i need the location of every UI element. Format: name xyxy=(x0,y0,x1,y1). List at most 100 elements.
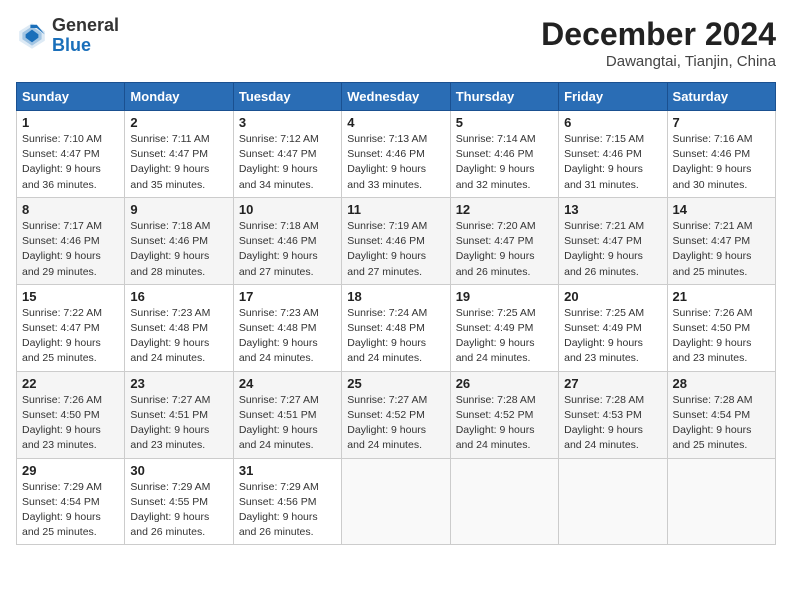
sunrise-label: Sunrise: 7:26 AM xyxy=(673,307,753,319)
day-number: 4 xyxy=(347,115,444,130)
sunset-label: Sunset: 4:49 PM xyxy=(456,322,534,334)
daylight-label: Daylight: 9 hours and 28 minutes. xyxy=(130,250,209,277)
sunset-label: Sunset: 4:49 PM xyxy=(564,322,642,334)
sunset-label: Sunset: 4:47 PM xyxy=(564,235,642,247)
sunset-label: Sunset: 4:48 PM xyxy=(239,322,317,334)
sunset-label: Sunset: 4:51 PM xyxy=(130,409,208,421)
daylight-label: Daylight: 9 hours and 24 minutes. xyxy=(456,337,535,364)
calendar-cell: 11 Sunrise: 7:19 AM Sunset: 4:46 PM Dayl… xyxy=(342,197,450,284)
daylight-label: Daylight: 9 hours and 25 minutes. xyxy=(673,250,752,277)
sunset-label: Sunset: 4:47 PM xyxy=(22,148,100,160)
calendar-cell: 21 Sunrise: 7:26 AM Sunset: 4:50 PM Dayl… xyxy=(667,284,775,371)
day-number: 26 xyxy=(456,376,553,391)
day-info: Sunrise: 7:23 AM Sunset: 4:48 PM Dayligh… xyxy=(130,306,227,367)
daylight-label: Daylight: 9 hours and 24 minutes. xyxy=(130,337,209,364)
daylight-label: Daylight: 9 hours and 33 minutes. xyxy=(347,163,426,190)
sunrise-label: Sunrise: 7:12 AM xyxy=(239,133,319,145)
logo-blue: Blue xyxy=(52,35,91,55)
daylight-label: Daylight: 9 hours and 27 minutes. xyxy=(239,250,318,277)
sunrise-label: Sunrise: 7:27 AM xyxy=(239,394,319,406)
day-info: Sunrise: 7:25 AM Sunset: 4:49 PM Dayligh… xyxy=(456,306,553,367)
sunset-label: Sunset: 4:48 PM xyxy=(130,322,208,334)
daylight-label: Daylight: 9 hours and 32 minutes. xyxy=(456,163,535,190)
day-info: Sunrise: 7:29 AM Sunset: 4:55 PM Dayligh… xyxy=(130,480,227,541)
sunset-label: Sunset: 4:47 PM xyxy=(239,148,317,160)
day-number: 3 xyxy=(239,115,336,130)
logo: General Blue xyxy=(16,16,119,56)
day-number: 15 xyxy=(22,289,119,304)
day-number: 12 xyxy=(456,202,553,217)
day-info: Sunrise: 7:20 AM Sunset: 4:47 PM Dayligh… xyxy=(456,219,553,280)
header-monday: Monday xyxy=(125,83,233,111)
sunrise-label: Sunrise: 7:21 AM xyxy=(564,220,644,232)
day-info: Sunrise: 7:28 AM Sunset: 4:52 PM Dayligh… xyxy=(456,393,553,454)
calendar-cell: 2 Sunrise: 7:11 AM Sunset: 4:47 PM Dayli… xyxy=(125,111,233,198)
header-tuesday: Tuesday xyxy=(233,83,341,111)
day-number: 13 xyxy=(564,202,661,217)
header-row: Sunday Monday Tuesday Wednesday Thursday… xyxy=(17,83,776,111)
day-number: 27 xyxy=(564,376,661,391)
day-info: Sunrise: 7:10 AM Sunset: 4:47 PM Dayligh… xyxy=(22,132,119,193)
sunset-label: Sunset: 4:50 PM xyxy=(673,322,751,334)
day-number: 31 xyxy=(239,463,336,478)
calendar-cell: 31 Sunrise: 7:29 AM Sunset: 4:56 PM Dayl… xyxy=(233,458,341,545)
month-title: December 2024 xyxy=(541,16,776,53)
sunset-label: Sunset: 4:47 PM xyxy=(22,322,100,334)
day-info: Sunrise: 7:21 AM Sunset: 4:47 PM Dayligh… xyxy=(673,219,770,280)
calendar-cell: 20 Sunrise: 7:25 AM Sunset: 4:49 PM Dayl… xyxy=(559,284,667,371)
day-number: 23 xyxy=(130,376,227,391)
day-info: Sunrise: 7:18 AM Sunset: 4:46 PM Dayligh… xyxy=(130,219,227,280)
calendar-cell: 10 Sunrise: 7:18 AM Sunset: 4:46 PM Dayl… xyxy=(233,197,341,284)
sunrise-label: Sunrise: 7:11 AM xyxy=(130,133,209,145)
day-number: 20 xyxy=(564,289,661,304)
calendar-cell: 13 Sunrise: 7:21 AM Sunset: 4:47 PM Dayl… xyxy=(559,197,667,284)
daylight-label: Daylight: 9 hours and 31 minutes. xyxy=(564,163,643,190)
calendar-cell: 25 Sunrise: 7:27 AM Sunset: 4:52 PM Dayl… xyxy=(342,371,450,458)
day-info: Sunrise: 7:27 AM Sunset: 4:52 PM Dayligh… xyxy=(347,393,444,454)
daylight-label: Daylight: 9 hours and 23 minutes. xyxy=(130,424,209,451)
daylight-label: Daylight: 9 hours and 35 minutes. xyxy=(130,163,209,190)
day-info: Sunrise: 7:24 AM Sunset: 4:48 PM Dayligh… xyxy=(347,306,444,367)
day-number: 9 xyxy=(130,202,227,217)
sunset-label: Sunset: 4:54 PM xyxy=(673,409,751,421)
daylight-label: Daylight: 9 hours and 24 minutes. xyxy=(564,424,643,451)
calendar-cell: 23 Sunrise: 7:27 AM Sunset: 4:51 PM Dayl… xyxy=(125,371,233,458)
calendar-cell: 9 Sunrise: 7:18 AM Sunset: 4:46 PM Dayli… xyxy=(125,197,233,284)
calendar-cell: 26 Sunrise: 7:28 AM Sunset: 4:52 PM Dayl… xyxy=(450,371,558,458)
day-info: Sunrise: 7:14 AM Sunset: 4:46 PM Dayligh… xyxy=(456,132,553,193)
daylight-label: Daylight: 9 hours and 26 minutes. xyxy=(239,511,318,538)
daylight-label: Daylight: 9 hours and 26 minutes. xyxy=(130,511,209,538)
day-number: 14 xyxy=(673,202,770,217)
day-number: 7 xyxy=(673,115,770,130)
sunset-label: Sunset: 4:52 PM xyxy=(347,409,425,421)
sunset-label: Sunset: 4:46 PM xyxy=(673,148,751,160)
calendar-cell: 1 Sunrise: 7:10 AM Sunset: 4:47 PM Dayli… xyxy=(17,111,125,198)
calendar-cell: 30 Sunrise: 7:29 AM Sunset: 4:55 PM Dayl… xyxy=(125,458,233,545)
day-number: 29 xyxy=(22,463,119,478)
day-info: Sunrise: 7:29 AM Sunset: 4:56 PM Dayligh… xyxy=(239,480,336,541)
day-info: Sunrise: 7:19 AM Sunset: 4:46 PM Dayligh… xyxy=(347,219,444,280)
sunset-label: Sunset: 4:47 PM xyxy=(456,235,534,247)
day-info: Sunrise: 7:28 AM Sunset: 4:53 PM Dayligh… xyxy=(564,393,661,454)
day-number: 17 xyxy=(239,289,336,304)
sunrise-label: Sunrise: 7:27 AM xyxy=(347,394,427,406)
sunset-label: Sunset: 4:55 PM xyxy=(130,496,208,508)
sunrise-label: Sunrise: 7:25 AM xyxy=(564,307,644,319)
sunset-label: Sunset: 4:50 PM xyxy=(22,409,100,421)
calendar-body: 1 Sunrise: 7:10 AM Sunset: 4:47 PM Dayli… xyxy=(17,111,776,545)
day-number: 10 xyxy=(239,202,336,217)
logo-icon xyxy=(16,20,48,52)
sunrise-label: Sunrise: 7:22 AM xyxy=(22,307,102,319)
day-info: Sunrise: 7:29 AM Sunset: 4:54 PM Dayligh… xyxy=(22,480,119,541)
calendar-table: Sunday Monday Tuesday Wednesday Thursday… xyxy=(16,82,776,545)
daylight-label: Daylight: 9 hours and 25 minutes. xyxy=(22,337,101,364)
daylight-label: Daylight: 9 hours and 23 minutes. xyxy=(564,337,643,364)
day-number: 28 xyxy=(673,376,770,391)
daylight-label: Daylight: 9 hours and 27 minutes. xyxy=(347,250,426,277)
daylight-label: Daylight: 9 hours and 29 minutes. xyxy=(22,250,101,277)
logo-text: General Blue xyxy=(52,16,119,56)
sunset-label: Sunset: 4:52 PM xyxy=(456,409,534,421)
sunrise-label: Sunrise: 7:19 AM xyxy=(347,220,427,232)
sunrise-label: Sunrise: 7:28 AM xyxy=(456,394,536,406)
sunset-label: Sunset: 4:47 PM xyxy=(673,235,751,247)
